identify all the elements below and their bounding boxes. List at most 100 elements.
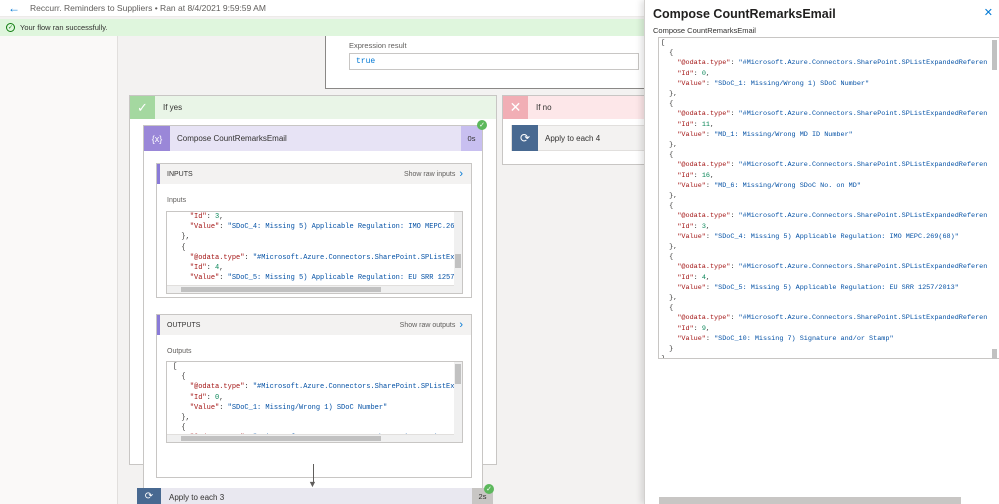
panel-horizontal-scrollbar[interactable] [659, 497, 961, 504]
code-line: "@odata.type": "#Microsoft.Azure.Connect… [189, 383, 455, 392]
scroll-thumb[interactable] [181, 287, 381, 292]
code-line: [ [661, 39, 666, 47]
code-line: }, [661, 90, 678, 99]
code-line: ] [659, 354, 999, 358]
success-message: Your flow ran successfully. [20, 23, 108, 32]
code-line: "Id": 4, [677, 273, 711, 282]
code-line: "Value": "SDoC_10: Missing 7) Signature … [677, 334, 894, 343]
outputs-vertical-scrollbar[interactable] [454, 362, 462, 442]
code-line: } [661, 345, 674, 354]
if-no-branch: ✕ If no ⟳ Apply to each 4 [502, 95, 648, 165]
outputs-horizontal-scrollbar[interactable] [167, 434, 462, 442]
show-raw-inputs-link[interactable]: Show raw inputs › [403, 167, 463, 180]
chevron-right-icon: › [459, 167, 463, 180]
code-line: "Value": "SDoC_5: Missing 5) Applicable … [677, 283, 959, 292]
if-yes-label: If yes [163, 103, 183, 112]
outputs-label: Outputs [167, 348, 192, 355]
compose-action-card: {x} Compose CountRemarksEmail 0s INPUTS … [143, 125, 483, 500]
inputs-section: INPUTS Show raw inputs › Inputs "Id": 3,… [156, 163, 472, 298]
compose-title: Compose CountRemarksEmail [177, 134, 287, 143]
code-line: "@odata.type": "#Microsoft.Azure.Connect… [677, 161, 988, 170]
code-line: "Id": 0, [677, 69, 711, 78]
code-line: "Id": 11, [677, 120, 715, 129]
show-raw-outputs-link[interactable]: Show raw outputs › [399, 318, 463, 331]
code-line: { [661, 202, 674, 211]
panel-scroll-thumb[interactable] [992, 40, 997, 70]
if-no-label: If no [536, 103, 552, 112]
code-line: [ [173, 363, 178, 371]
outputs-code-viewer[interactable]: [ { "@odata.type": "#Microsoft.Azure.Con… [166, 361, 463, 443]
details-panel: Compose CountRemarksEmail ✕ Compose Coun… [644, 0, 999, 504]
inputs-code-viewer[interactable]: "Id": 3, "Value": "SDoC_4: Missing 5) Ap… [166, 211, 463, 294]
if-no-header[interactable]: ✕ If no [503, 96, 646, 119]
expression-result-label: Expression result [349, 41, 407, 50]
code-line: { [661, 304, 674, 313]
loop-icon: ⟳ [137, 488, 161, 504]
panel-title: Compose CountRemarksEmail [653, 7, 836, 21]
scroll-thumb[interactable] [181, 436, 381, 441]
code-line: }, [661, 192, 678, 201]
code-line: "Id": 3, [189, 213, 224, 221]
code-line: "@odata.type": "#Microsoft.Azure.Connect… [189, 253, 455, 262]
if-yes-header[interactable]: ✓ If yes [130, 96, 496, 119]
code-line: { [173, 424, 186, 433]
chevron-right-icon: › [459, 318, 463, 331]
code-line: "Id": 3, [677, 222, 711, 231]
show-raw-outputs-label: Show raw outputs [399, 321, 456, 329]
outputs-section-header: OUTPUTS Show raw outputs › [157, 315, 471, 335]
inputs-label: Inputs [167, 197, 187, 204]
panel-code-viewer[interactable]: [ { "@odata.type": "#Microsoft.Azure.Con… [658, 37, 999, 359]
code-line: "Value": "SDoC_4: Missing 5) Applicable … [677, 232, 959, 241]
code-line: { [661, 49, 674, 58]
code-line: { [661, 253, 674, 262]
inputs-horizontal-scrollbar[interactable] [167, 285, 462, 293]
condition-expression-card: Expression result true [325, 36, 645, 89]
code-line: }, [661, 294, 678, 303]
code-line: { [661, 100, 674, 109]
code-line: }, [173, 414, 190, 423]
expression-result-value: true [349, 53, 639, 70]
inputs-code-lines: "Id": 3, "Value": "SDoC_4: Missing 5) Ap… [167, 212, 462, 283]
compose-duration: 0s [461, 126, 482, 151]
success-check-icon: ✓ [484, 484, 494, 494]
compose-header[interactable]: {x} Compose CountRemarksEmail 0s [144, 126, 482, 151]
panel-code-lines: [ { "@odata.type": "#Microsoft.Azure.Con… [659, 38, 999, 358]
outputs-section-title: OUTPUTS [167, 321, 201, 329]
loop-icon: ⟳ [512, 125, 538, 151]
flow-run-title: Reccurr. Reminders to Suppliers • Ran at… [30, 3, 266, 13]
code-line: }, [173, 233, 190, 242]
close-icon: ✕ [503, 96, 528, 119]
apply-to-each-3-action[interactable]: ⟳ Apply to each 3 2s [137, 488, 493, 504]
panel-scroll-thumb-end[interactable] [992, 349, 997, 359]
check-icon: ✓ [130, 96, 155, 119]
scroll-thumb[interactable] [455, 364, 461, 384]
panel-subtitle: Compose CountRemarksEmail [653, 26, 756, 35]
code-line: "Id": 9, [677, 324, 711, 333]
success-check-icon: ✓ [6, 23, 15, 32]
code-line: "@odata.type": "#Microsoft.Azure.Connect… [677, 263, 988, 272]
show-raw-inputs-label: Show raw inputs [403, 170, 456, 178]
code-line: "Value": "SDoC_4: Missing 5) Applicable … [189, 223, 455, 232]
code-line: }, [661, 141, 678, 150]
code-line: "@odata.type": "#Microsoft.Azure.Connect… [677, 59, 988, 68]
close-icon[interactable]: ✕ [984, 6, 993, 19]
apply-to-each-4-label: Apply to each 4 [545, 133, 601, 143]
inputs-section-header: INPUTS Show raw inputs › [157, 164, 471, 184]
scroll-thumb[interactable] [455, 254, 461, 268]
code-line: "Value": "MD_1: Missing/Wrong MD ID Numb… [677, 130, 853, 139]
compose-variable-icon: {x} [144, 126, 170, 151]
code-line: { [173, 243, 186, 252]
code-line: "Value": "MD_6: Missing/Wrong SDoC No. o… [677, 181, 861, 190]
code-line: "Id": 0, [189, 393, 224, 402]
code-line: { [661, 151, 674, 160]
outputs-section: OUTPUTS Show raw outputs › Outputs [ { "… [156, 314, 472, 478]
apply-to-each-4-action[interactable]: ⟳ Apply to each 4 [511, 125, 648, 151]
inputs-vertical-scrollbar[interactable] [454, 212, 462, 293]
outputs-code-lines: [ { "@odata.type": "#Microsoft.Azure.Con… [167, 362, 462, 442]
apply-to-each-3-label: Apply to each 3 [169, 493, 225, 502]
code-line: }, [661, 243, 678, 252]
code-line: "@odata.type": "#Microsoft.Azure.Connect… [677, 110, 988, 119]
success-check-icon: ✓ [477, 120, 487, 130]
code-line: "Value": "SDoC_5: Missing 5) Applicable … [189, 274, 455, 283]
back-arrow-icon[interactable]: ← [8, 2, 20, 14]
